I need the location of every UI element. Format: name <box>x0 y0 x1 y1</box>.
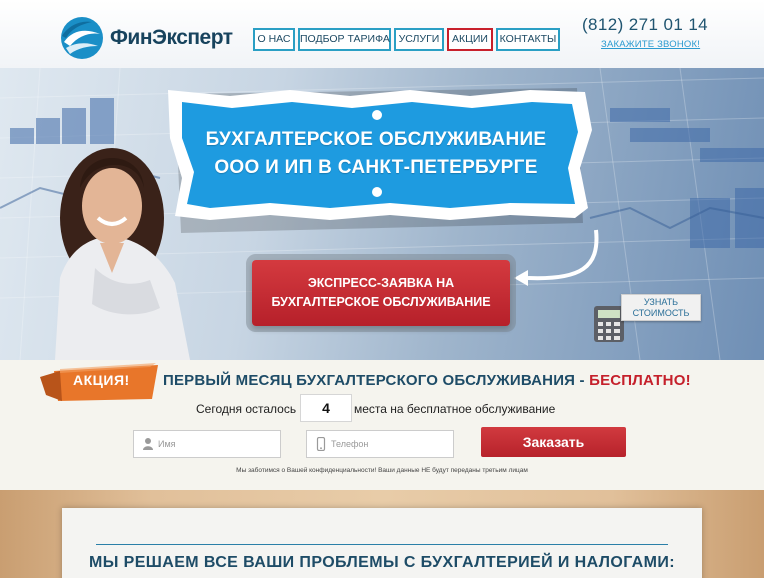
nav-item-promotions[interactable]: АКЦИИ <box>447 28 493 51</box>
logo[interactable]: ФинЭксперт <box>60 16 240 60</box>
order-button[interactable]: Заказать <box>481 427 626 457</box>
privacy-note: Мы заботимся о Вашей конфиденциальности!… <box>236 467 528 474</box>
user-icon <box>143 438 153 450</box>
promo-badge-label: АКЦИЯ! <box>73 372 130 388</box>
nav-item-services[interactable]: УСЛУГИ <box>394 28 444 51</box>
express-request-line-1: ЭКСПРЕСС-ЗАЯВКА НА <box>307 276 455 290</box>
express-request-line-2: БУХГАЛТЕРСКОЕ ОБСЛУЖИВАНИЕ <box>271 295 491 309</box>
promo-title-accent: БЕСПЛАТНО! <box>589 372 691 389</box>
phone-icon <box>316 437 326 451</box>
promo-title-main: ПЕРВЫЙ МЕСЯЦ БУХГАЛТЕРСКОГО ОБСЛУЖИВАНИЯ <box>163 372 576 389</box>
name-input[interactable] <box>158 431 276 457</box>
logo-mark-icon <box>61 17 103 59</box>
hero-section: БУХГАЛТЕРСКОЕ ОБСЛУЖИВАНИЕ ООО И ИП В СА… <box>0 68 764 360</box>
problems-title: МЫ РЕШАЕМ ВСЕ ВАШИ ПРОБЛЕМЫ С БУХГАЛТЕРИ… <box>89 554 675 571</box>
problems-card: МЫ РЕШАЕМ ВСЕ ВАШИ ПРОБЛЕМЫ С БУХГАЛТЕРИ… <box>62 508 702 578</box>
curved-arrow-icon <box>527 229 599 281</box>
problems-section: МЫ РЕШАЕМ ВСЕ ВАШИ ПРОБЛЕМЫ С БУХГАЛТЕРИ… <box>0 490 764 578</box>
hero-title-line-1: БУХГАЛТЕРСКОЕ ОБСЛУЖИВАНИЕ <box>205 129 547 150</box>
price-button-line-2: СТОИМОСТЬ <box>632 308 690 318</box>
spots-left-label: Сегодня осталось <box>196 402 297 416</box>
express-request-button[interactable]: ЭКСПРЕСС-ЗАЯВКА НА БУХГАЛТЕРСКОЕ ОБСЛУЖИ… <box>252 260 510 326</box>
promo-title-separator: - <box>575 372 590 389</box>
hero-title-line-2: ООО И ИП В САНКТ-ПЕТЕРБУРГЕ <box>214 157 538 178</box>
promo-section: АКЦИЯ! ПЕРВЫЙ МЕСЯЦ БУХГАЛТЕРСКОГО ОБСЛУ… <box>0 360 764 490</box>
name-field[interactable] <box>133 430 281 458</box>
logo-text: ФинЭксперт <box>110 26 233 49</box>
nav-item-contacts[interactable]: КОНТАКТЫ <box>496 28 560 51</box>
nav-item-about[interactable]: О НАС <box>253 28 295 51</box>
site-header: ФинЭксперт О НАС ПОДБОР ТАРИФА УСЛУГИ АК… <box>0 0 764 68</box>
callback-link[interactable]: ЗАКАЖИТЕ ЗВОНОК! <box>601 39 700 50</box>
promo-title: ПЕРВЫЙ МЕСЯЦ БУХГАЛТЕРСКОГО ОБСЛУЖИВАНИЯ… <box>163 372 691 389</box>
phone-input[interactable] <box>331 431 449 457</box>
divider-top <box>96 544 668 545</box>
phone-field[interactable] <box>306 430 454 458</box>
spots-left-counter: 4 <box>300 394 352 422</box>
phone-number[interactable]: (812) 271 01 14 <box>582 15 708 35</box>
price-button-line-1: УЗНАТЬ <box>643 297 679 307</box>
spots-right-label: места на бесплатное обслуживание <box>354 402 556 416</box>
nav-item-tariff[interactable]: ПОДБОР ТАРИФА <box>298 28 391 51</box>
price-button[interactable]: УЗНАТЬ СТОИМОСТЬ <box>621 294 701 321</box>
hero-title: БУХГАЛТЕРСКОЕ ОБСЛУЖИВАНИЕ ООО И ИП В СА… <box>196 126 556 182</box>
